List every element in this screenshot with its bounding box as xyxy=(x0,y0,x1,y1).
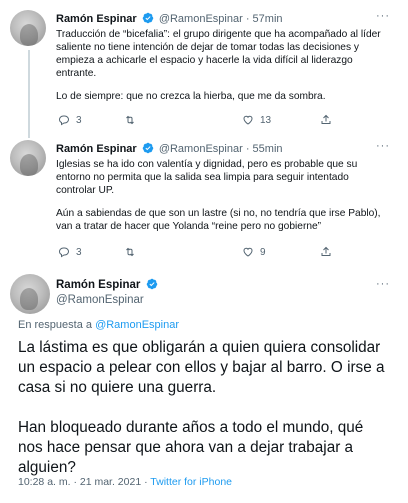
replying-to: En respuesta a @RamonEspinar xyxy=(18,319,179,331)
tweet-paragraph: Lo de siempre: que no crezca la hierba, … xyxy=(56,91,326,102)
tweet-text: Traducción de “bicefalia”: el grupo diri… xyxy=(56,28,386,113)
main-tweet-handle-line: @RamonEspinar xyxy=(56,293,144,307)
avatar[interactable] xyxy=(10,140,46,176)
retweet-button[interactable] xyxy=(124,246,142,258)
reply-count: 3 xyxy=(76,246,82,258)
thread-connector-line xyxy=(28,50,30,138)
tweet-paragraph: Iglesias se ha ido con valentía y dignid… xyxy=(56,159,358,196)
separator-dot: · xyxy=(245,143,250,155)
author-handle[interactable]: @RamonEspinar xyxy=(56,294,144,306)
replying-to-link[interactable]: @RamonEspinar xyxy=(95,319,179,331)
author-name[interactable]: Ramón Espinar xyxy=(56,13,137,25)
like-count: 9 xyxy=(260,246,266,258)
main-tweet-paragraph: Han bloqueado durante años a todo el mun… xyxy=(18,419,364,476)
tweet-header: Ramón Espinar @RamonEspinar · 57min xyxy=(56,12,283,26)
share-button[interactable] xyxy=(320,246,332,258)
like-icon xyxy=(243,247,253,257)
like-count: 13 xyxy=(260,114,272,126)
tweet-text: Iglesias se ha ido con valentía y dignid… xyxy=(56,158,386,243)
author-handle[interactable]: @RamonEspinar xyxy=(159,143,243,155)
tweet-actions: 3 13 xyxy=(56,114,386,128)
retweet-button[interactable] xyxy=(124,114,142,126)
main-tweet-header: Ramón Espinar xyxy=(56,278,160,292)
more-options-icon[interactable]: ··· xyxy=(376,10,390,22)
main-tweet-text: La lástima es que obligarán a quien quie… xyxy=(18,338,390,498)
thread-tweet-1[interactable]: Ramón Espinar @RamonEspinar · 57min ··· … xyxy=(0,0,408,138)
author-handle[interactable]: @RamonEspinar xyxy=(159,13,243,25)
like-button[interactable]: 13 xyxy=(242,114,271,126)
separator-dot: · xyxy=(245,13,250,25)
author-name[interactable]: Ramón Espinar xyxy=(56,143,137,155)
tweet-time[interactable]: 55min xyxy=(253,143,283,155)
reply-button[interactable]: 3 xyxy=(58,114,82,126)
retweet-icon xyxy=(126,247,134,257)
reply-icon xyxy=(58,115,70,126)
tweet-metadata: 10:28 a. m. · 21 mar. 2021 · Twitter for… xyxy=(18,476,232,488)
verified-badge-icon xyxy=(142,142,153,154)
avatar[interactable] xyxy=(10,10,46,46)
tweet-time[interactable]: 57min xyxy=(253,13,283,25)
reply-icon xyxy=(58,247,70,258)
like-button[interactable]: 9 xyxy=(242,246,266,258)
more-options-icon[interactable]: ··· xyxy=(376,140,390,152)
avatar[interactable] xyxy=(10,274,50,314)
share-icon xyxy=(321,114,331,124)
share-icon xyxy=(321,246,331,256)
tweet-header: Ramón Espinar @RamonEspinar · 55min xyxy=(56,142,283,156)
like-icon xyxy=(243,115,253,125)
reply-button[interactable]: 3 xyxy=(58,246,82,258)
timestamp[interactable]: 10:28 a. m. · 21 mar. 2021 · xyxy=(18,476,150,488)
share-button[interactable] xyxy=(320,114,332,126)
reply-count: 3 xyxy=(76,114,82,126)
more-options-icon[interactable]: ··· xyxy=(376,278,390,290)
replying-prefix: En respuesta a xyxy=(18,319,96,331)
tweet-paragraph: Traducción de “bicefalia”: el grupo diri… xyxy=(56,29,381,79)
main-tweet: Ramón Espinar @RamonEspinar ··· En respu… xyxy=(0,266,408,503)
tweet-source[interactable]: Twitter for iPhone xyxy=(150,476,232,488)
thread-tweet-2[interactable]: Ramón Espinar @RamonEspinar · 55min ··· … xyxy=(0,136,408,266)
verified-badge-icon xyxy=(146,278,157,290)
main-tweet-paragraph: La lástima es que obligarán a quien quie… xyxy=(18,339,385,396)
tweet-actions: 3 9 xyxy=(56,246,386,260)
retweet-icon xyxy=(126,115,134,125)
verified-badge-icon xyxy=(142,12,153,24)
author-name[interactable]: Ramón Espinar xyxy=(56,279,140,291)
tweet-paragraph: Aún a sabiendas de que son un lastre (si… xyxy=(56,208,381,232)
